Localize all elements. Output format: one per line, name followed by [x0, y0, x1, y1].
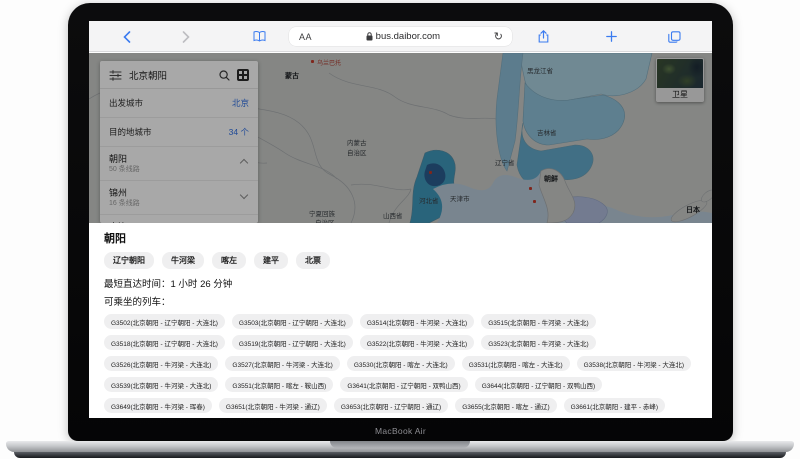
train-pill[interactable]: G3653(北京朝阳 - 辽宁朝阳 - 通辽): [333, 398, 449, 413]
map-label-heilongjiang: 黑龙江省: [527, 68, 553, 75]
satellite-thumbnail: [657, 59, 703, 88]
app-grid-icon[interactable]: [237, 69, 249, 81]
map-label-mongolia: 蒙古: [285, 73, 299, 80]
browser-toolbar: AA bus.daibor.com ↻: [89, 21, 712, 52]
city-list-item[interactable]: 朝阳 50 条线路: [100, 147, 258, 181]
text-size-button[interactable]: AA: [299, 32, 312, 42]
train-pill[interactable]: G3655(北京朝阳 - 喀左 - 通辽): [455, 398, 557, 413]
train-pill[interactable]: G3523(北京朝阳 - 牛河梁 - 大连北): [481, 335, 596, 350]
train-pill[interactable]: G3503(北京朝阳 - 辽宁朝阳 - 大连北): [231, 314, 353, 329]
destination-city-row[interactable]: 目的地城市 34 个: [100, 118, 258, 147]
station-tag[interactable]: 辽宁朝阳: [104, 252, 154, 269]
city-route-count: 50 条线路: [109, 166, 140, 173]
map-label-tianjin: 天津市: [450, 196, 470, 203]
station-tag[interactable]: 建平: [254, 252, 288, 269]
departure-city-row[interactable]: 出发城市 北京: [100, 89, 258, 118]
lock-icon: [366, 32, 373, 41]
station-tag[interactable]: 喀左: [212, 252, 246, 269]
city-route-count: 16 条线路: [109, 200, 140, 207]
train-pill[interactable]: G3514(北京朝阳 - 牛河梁 - 大连北): [359, 314, 475, 329]
laptop-base-edge: [14, 452, 786, 458]
station-tags: 辽宁朝阳 牛河梁 喀左 建平 北票: [104, 252, 697, 269]
results-section: 朝阳 辽宁朝阳 牛河梁 喀左 建平 北票 最短直达时间：1 小时 26 分钟 可: [89, 223, 712, 418]
map-label-ulaanbaatar: 乌兰巴托: [317, 61, 342, 67]
panel-search-row[interactable]: 北京朝阳: [100, 61, 258, 89]
map-label-neimenggu-2: 自治区: [347, 150, 367, 157]
city-list: 朝阳 50 条线路 锦州 16 条线路: [100, 147, 258, 223]
min-direct-time: 最短直达时间：1 小时 26 分钟: [104, 279, 233, 290]
chevron-right-icon: [182, 30, 190, 43]
train-pill[interactable]: G3538(北京朝阳 - 牛河梁 - 大连北): [576, 356, 692, 371]
city-list-item[interactable]: 大连 18 条线路: [100, 215, 258, 223]
train-pill[interactable]: G3527(北京朝阳 - 牛河梁 - 大连北): [225, 356, 340, 371]
map-label-liaoning: 辽宁省: [495, 160, 515, 167]
map-label-japan: 日本: [686, 207, 700, 214]
share-icon: [538, 30, 548, 43]
route-panel: 北京朝阳 出发城市 北京 目的地城市 34 个 朝阳 50 条线路 锦州 16 …: [100, 61, 258, 223]
train-pill[interactable]: G3518(北京朝阳 - 辽宁朝阳 - 大连北): [104, 335, 225, 350]
train-pill[interactable]: G3515(北京朝阳 - 牛河梁 - 大连北): [481, 314, 596, 329]
city-marker: [533, 200, 536, 203]
train-pill[interactable]: G3531(北京朝阳 - 喀左 - 大连北): [461, 356, 570, 371]
share-button[interactable]: [535, 21, 551, 52]
chevron-left-icon: [123, 30, 131, 43]
train-pill[interactable]: G3519(北京朝阳 - 辽宁朝阳 - 大连北): [231, 335, 353, 350]
map-label-hebei: 河北省: [419, 198, 439, 205]
train-list: G3502(北京朝阳 - 辽宁朝阳 - 大连北) G3503(北京朝阳 - 辽宁…: [104, 314, 697, 418]
reload-button[interactable]: ↻: [494, 30, 503, 43]
departure-city-label: 出发城市: [109, 98, 144, 108]
back-button[interactable]: [119, 21, 135, 52]
url-text: bus.daibor.com: [375, 31, 441, 42]
train-pill[interactable]: G3539(北京朝阳 - 牛河梁 - 大连北): [104, 377, 219, 392]
train-pill[interactable]: G3526(北京朝阳 - 牛河梁 - 大连北): [104, 356, 219, 371]
satellite-label: 卫星: [657, 88, 703, 101]
train-pill[interactable]: G3530(北京朝阳 - 喀左 - 大连北): [346, 356, 455, 371]
search-icon[interactable]: [219, 69, 230, 81]
sidebar-button[interactable]: [250, 21, 268, 52]
station-tag[interactable]: 牛河梁: [162, 252, 204, 269]
city-marker: [529, 187, 532, 190]
map-area[interactable]: 乌兰巴托 蒙古 内蒙古 自治区 宁夏回族 自治区 山西省 河北省 天津市 辽宁省…: [89, 53, 712, 223]
station-tag[interactable]: 北票: [296, 252, 330, 269]
train-pill[interactable]: G3522(北京朝阳 - 牛河梁 - 大连北): [359, 335, 475, 350]
city-marker: [429, 171, 432, 174]
train-pill[interactable]: G3661(北京朝阳 - 建平 - 赤峰): [563, 398, 666, 413]
destination-city-label: 目的地城市: [109, 127, 152, 137]
departure-city-value: 北京: [231, 98, 249, 108]
address-bar[interactable]: AA bus.daibor.com ↻: [289, 27, 512, 46]
train-pill[interactable]: G3551(北京朝阳 - 喀左 - 鞍山西): [225, 377, 334, 392]
map-label-korea: 朝鲜: [544, 176, 558, 183]
laptop-base-notch: [330, 441, 470, 448]
trains-label: 可乘坐的列车：: [104, 297, 171, 308]
webpage: 乌兰巴托 蒙古 内蒙古 自治区 宁夏回族 自治区 山西省 河北省 天津市 辽宁省…: [89, 53, 712, 418]
train-pill[interactable]: G3649(北京朝阳 - 牛河梁 - 珲春): [104, 398, 212, 413]
city-name: 锦州: [109, 188, 128, 198]
destination-city-value: 34 个: [228, 127, 249, 137]
satellite-toggle[interactable]: 卫星: [656, 58, 704, 102]
map-label-neimenggu-1: 内蒙古: [347, 140, 367, 147]
map-label-shanxi: 山西省: [383, 213, 403, 220]
plus-icon: [605, 31, 617, 42]
city-list-item[interactable]: 锦州 16 条线路: [100, 181, 258, 215]
city-name: 朝阳: [109, 154, 128, 164]
forward-button[interactable]: [178, 21, 194, 52]
results-city-title: 朝阳: [104, 233, 126, 245]
book-icon: [253, 31, 265, 42]
safari-window: AA bus.daibor.com ↻ 乌兰巴托 蒙古 内蒙古 自治区 宁夏回族…: [89, 21, 712, 418]
train-pill[interactable]: G3651(北京朝阳 - 牛河梁 - 通辽): [218, 398, 327, 413]
tab-overview-button[interactable]: [665, 21, 683, 52]
tune-icon: [109, 69, 122, 81]
tabs-icon: [667, 30, 681, 43]
city-marker: [311, 60, 314, 63]
train-pill[interactable]: G3644(北京朝阳 - 辽宁朝阳 - 双鸭山西): [474, 377, 603, 392]
new-tab-button[interactable]: [603, 21, 619, 52]
macbook-mockup: MacBook Air AA bus.daibor.com ↻ 乌兰巴托 蒙古 …: [0, 0, 800, 459]
train-pill[interactable]: G3502(北京朝阳 - 辽宁朝阳 - 大连北): [104, 314, 225, 329]
map-label-jilin: 吉林省: [537, 130, 557, 137]
search-input[interactable]: 北京朝阳: [129, 68, 212, 82]
device-label: MacBook Air: [374, 426, 426, 436]
train-pill[interactable]: G3641(北京朝阳 - 辽宁朝阳 - 双鸭山西): [340, 377, 468, 392]
